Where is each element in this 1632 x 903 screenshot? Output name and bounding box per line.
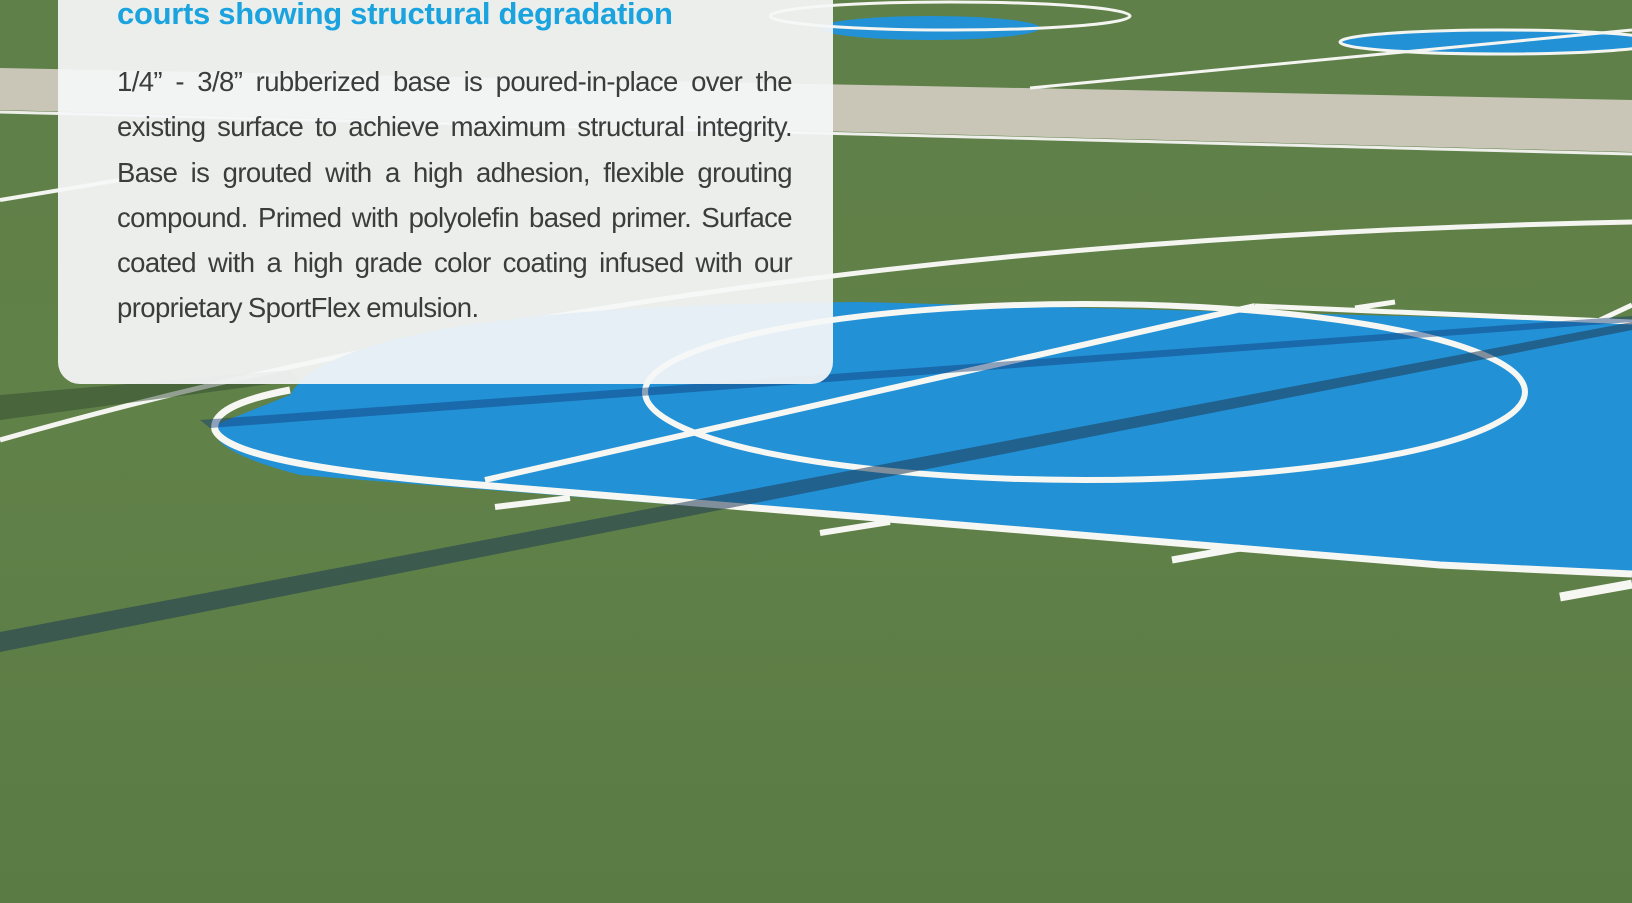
card-heading: courts showing structural degradation [117,0,673,31]
info-card: courts showing structural degradation 1/… [58,0,833,384]
card-body-text: 1/4” - 3/8” rubberized base is poured-in… [117,66,793,324]
court-photo: courts showing structural degradation 1/… [0,0,1632,903]
